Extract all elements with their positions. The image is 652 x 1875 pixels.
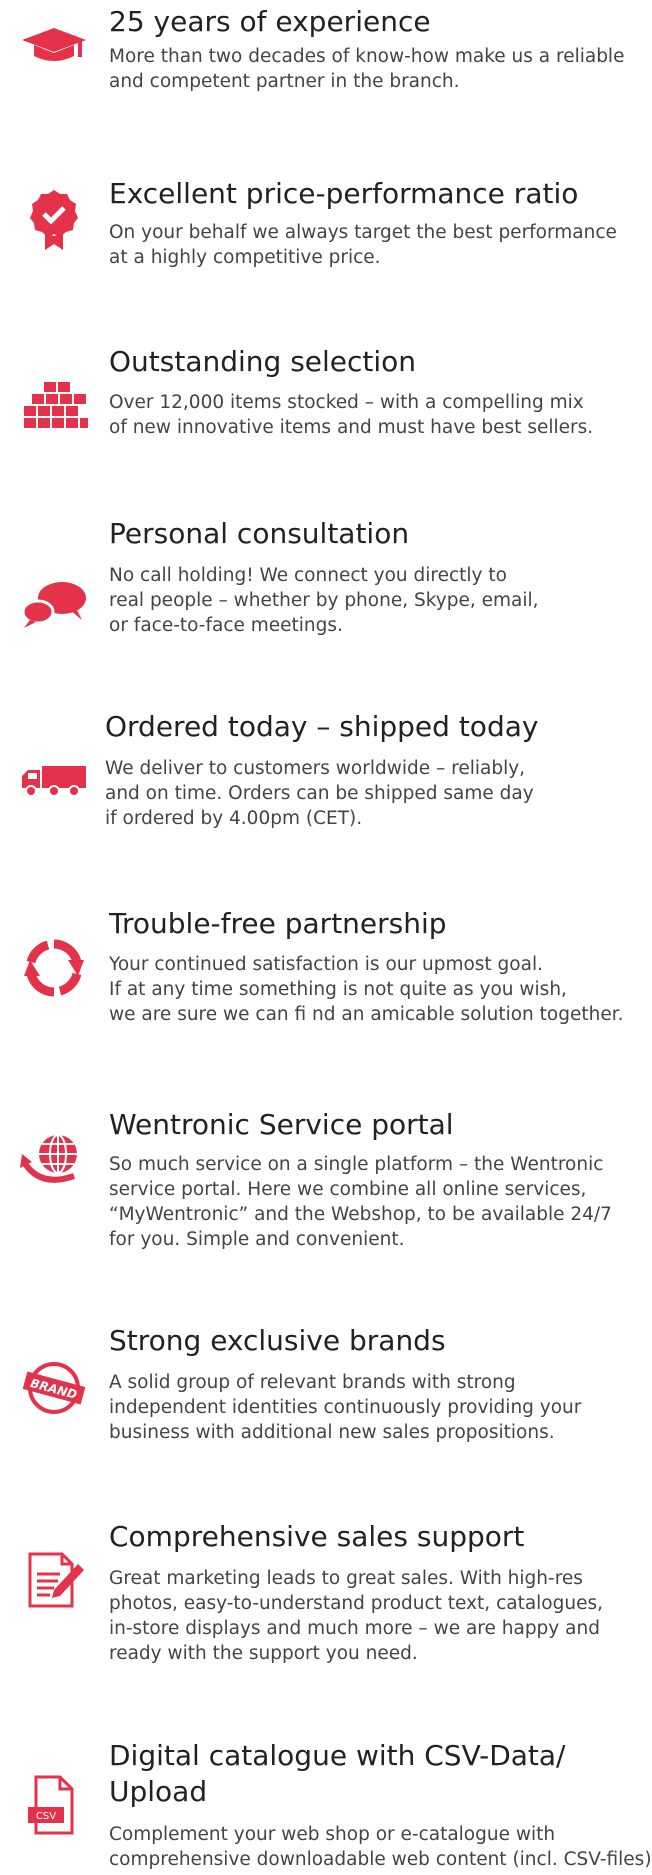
feature-title: Outstanding selection — [109, 345, 417, 378]
feature-description: Over 12,000 items stocked – with a compe… — [109, 392, 594, 438]
globe-icon — [20, 1132, 88, 1192]
feature-title: Trouble-free partnership — [109, 907, 447, 940]
refresh-arrows-icon — [20, 938, 88, 998]
feature-title: Strong exclusive brands — [109, 1324, 446, 1357]
csv-badge-text: CSV — [36, 1811, 56, 1822]
stacked-boxes-icon — [20, 382, 88, 442]
delivery-truck-icon — [20, 764, 88, 824]
csv-file-icon: CSV — [20, 1775, 88, 1835]
feature-description: Complement your web shop or e-catalogue … — [109, 1824, 652, 1870]
feature-description: Great marketing leads to great sales. Wi… — [109, 1568, 603, 1664]
feature-description: We deliver to customers worldwide – reli… — [105, 758, 534, 829]
feature-title: Comprehensive sales support — [109, 1520, 525, 1553]
feature-title: Ordered today – shipped today — [105, 710, 539, 743]
feature-description: So much service on a single platform – t… — [109, 1154, 612, 1250]
feature-description: Your continued satisfaction is our upmos… — [109, 954, 624, 1025]
feature-title: Excellent price-performance ratio — [109, 177, 579, 210]
feature-description: More than two decades of know-how make u… — [109, 46, 625, 92]
graduation-cap-icon — [20, 26, 88, 86]
speech-bubbles-icon — [20, 580, 88, 640]
feature-title: 25 years of experience — [109, 5, 431, 38]
feature-description: A solid group of relevant brands with st… — [109, 1372, 582, 1443]
feature-description: On your behalf we always target the best… — [109, 222, 617, 268]
award-badge-icon — [20, 188, 88, 250]
feature-title: Wentronic Service portal — [109, 1108, 454, 1141]
feature-title: Personal consultation — [109, 517, 410, 550]
feature-description: No call holding! We connect you directly… — [109, 565, 539, 636]
document-pen-icon — [20, 1550, 88, 1610]
brand-badge-icon: BRAND — [20, 1360, 88, 1420]
feature-title: Digital catalogue with CSV-Data/ Upload — [109, 1739, 566, 1808]
